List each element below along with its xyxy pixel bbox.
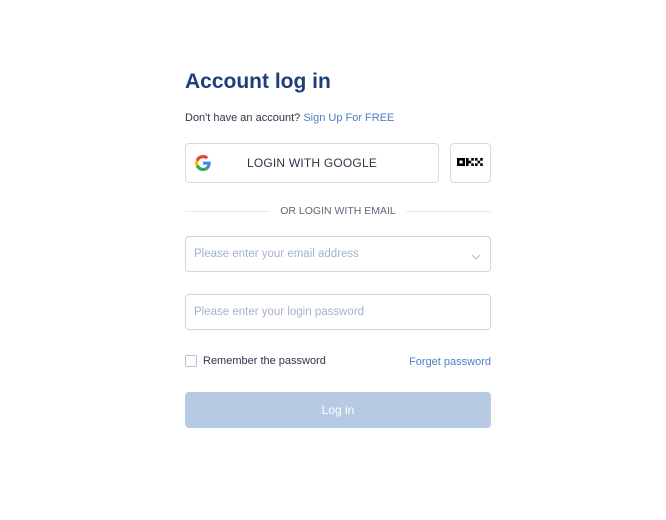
- remember-password-checkbox[interactable]: [185, 355, 197, 367]
- signup-prompt: Don't have an account?: [185, 112, 301, 124]
- chevron-down-icon[interactable]: [471, 249, 481, 260]
- remember-password-row[interactable]: Remember the password: [185, 355, 326, 367]
- google-button-label: LOGIN WITH GOOGLE: [246, 156, 378, 170]
- password-field-container: [185, 294, 491, 330]
- remember-password-label: Remember the password: [203, 355, 326, 367]
- signup-row: Don't have an account? Sign Up For FREE: [185, 112, 394, 124]
- email-input[interactable]: [186, 237, 464, 271]
- divider-line-right: [405, 210, 492, 212]
- login-button-label: Log in: [321, 403, 355, 417]
- google-icon: [195, 155, 211, 171]
- login-with-okx-button[interactable]: [450, 143, 491, 183]
- login-button[interactable]: Log in: [185, 392, 491, 428]
- login-with-google-button[interactable]: LOGIN WITH GOOGLE: [185, 143, 439, 183]
- forgot-password-link[interactable]: Forget password: [409, 356, 491, 368]
- okx-logo-icon: [456, 154, 485, 172]
- or-divider: OR LOGIN WITH EMAIL: [185, 204, 492, 218]
- password-input[interactable]: [186, 295, 464, 329]
- page-title: Account log in: [185, 70, 331, 93]
- divider-line-left: [185, 210, 271, 212]
- signup-link[interactable]: Sign Up For FREE: [303, 112, 394, 124]
- login-page: Account log in Don't have an account? Si…: [0, 0, 666, 520]
- email-field-container: [185, 236, 491, 272]
- divider-text: OR LOGIN WITH EMAIL: [280, 205, 396, 217]
